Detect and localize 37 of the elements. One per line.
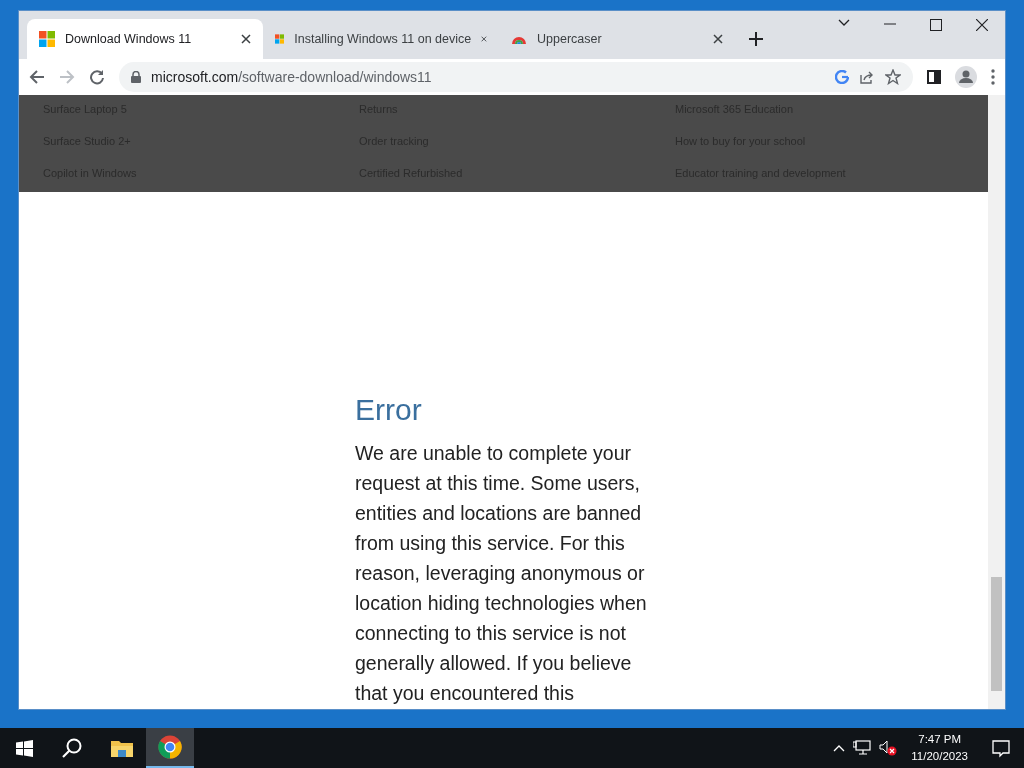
share-icon[interactable] [859, 69, 875, 85]
clock-date: 11/20/2023 [911, 749, 968, 764]
muted-volume-icon[interactable] [879, 740, 898, 756]
close-icon[interactable] [976, 19, 988, 31]
reload-icon[interactable] [89, 69, 105, 85]
browser-tab[interactable]: Installing Windows 11 on device [263, 19, 499, 59]
windows-logo-icon [275, 31, 285, 47]
back-icon[interactable] [29, 69, 45, 85]
scrollbar-thumb[interactable] [991, 577, 1002, 691]
windows-logo-icon [39, 31, 55, 47]
error-message: We are unable to complete your request at this time. Some users, entities and locations are banned from using this service. For this reason, leveraging anonymous or location hiding technologies when connecting to this service is not generally allowed. If you believe that you encountered this [355, 441, 648, 706]
more-menu-icon[interactable] [991, 69, 995, 85]
network-icon[interactable] [853, 740, 872, 756]
close-icon[interactable] [713, 34, 723, 44]
error-heading: Error [355, 392, 423, 428]
side-panel-icon[interactable] [927, 70, 941, 84]
search-icon[interactable] [62, 738, 82, 758]
new-tab-icon[interactable] [749, 31, 763, 46]
notification-icon[interactable] [992, 739, 1010, 758]
clock-time: 7:47 PM [917, 732, 963, 747]
google-g-icon[interactable] [835, 70, 849, 84]
maximize-icon[interactable] [930, 19, 942, 31]
chrome-icon[interactable] [158, 735, 182, 759]
folder-icon[interactable] [111, 739, 133, 757]
windows-start-icon[interactable] [15, 739, 33, 757]
chevron-up-icon[interactable] [833, 744, 846, 752]
profile-icon[interactable] [955, 66, 977, 88]
chevron-down-icon[interactable] [838, 19, 850, 27]
scrollbar[interactable] [988, 95, 1005, 709]
browser-tab[interactable]: Download Windows 11 [27, 19, 263, 59]
star-icon[interactable] [885, 69, 901, 85]
url-text: microsoft.com/software-download/windows11 [151, 67, 432, 87]
close-icon[interactable] [241, 34, 251, 44]
address-bar[interactable]: microsoft.com/software-download/windows11 [119, 62, 913, 92]
lock-icon [131, 71, 141, 83]
clock[interactable]: 7:47 PM 11/20/2023 [905, 731, 974, 765]
browser-tab[interactable]: Uppercaser [499, 19, 735, 59]
